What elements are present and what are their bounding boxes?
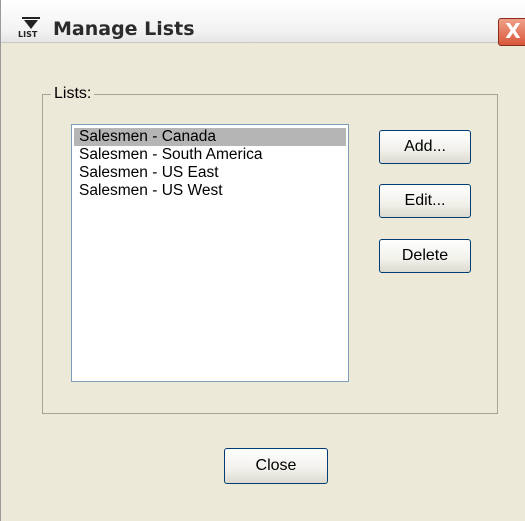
lists-listbox[interactable]: Salesmen - Canada Salesmen - South Ameri… bbox=[71, 124, 349, 382]
list-item[interactable]: Salesmen - US West bbox=[74, 182, 346, 200]
title-bar[interactable]: LIST Manage Lists X bbox=[1, 0, 525, 46]
close-button[interactable]: Close bbox=[224, 448, 328, 484]
close-icon[interactable]: X bbox=[498, 18, 525, 46]
window-title: Manage Lists bbox=[53, 18, 195, 40]
edit-button[interactable]: Edit... bbox=[379, 184, 471, 218]
add-button[interactable]: Add... bbox=[379, 130, 471, 164]
list-icon: LIST bbox=[18, 17, 44, 40]
list-item[interactable]: Salesmen - Canada bbox=[74, 128, 346, 146]
delete-button[interactable]: Delete bbox=[379, 239, 471, 273]
list-icon-label: LIST bbox=[18, 30, 38, 39]
list-item[interactable]: Salesmen - South America bbox=[74, 146, 346, 164]
lists-group-label: Lists: bbox=[51, 85, 95, 103]
manage-lists-dialog: LIST Manage Lists X Lists: Salesmen - Ca… bbox=[0, 0, 525, 521]
list-item[interactable]: Salesmen - US East bbox=[74, 164, 346, 182]
